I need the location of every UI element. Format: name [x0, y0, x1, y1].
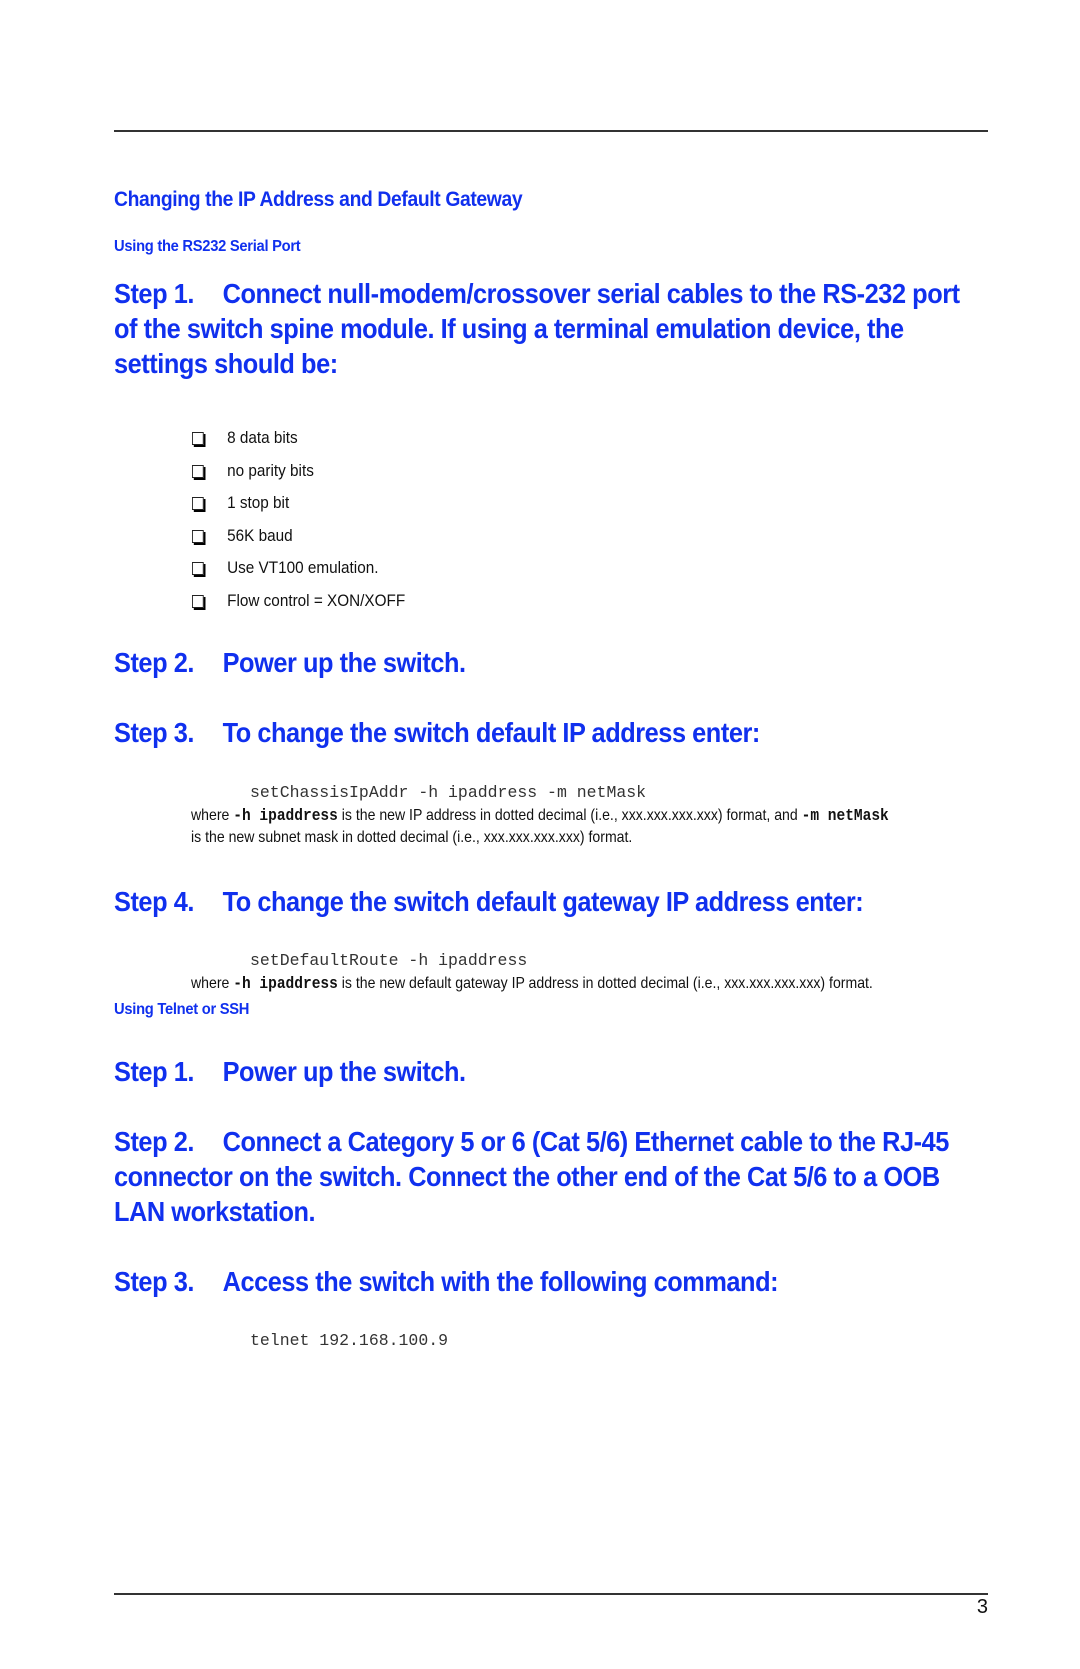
list-item-text: 8 data bits [227, 428, 298, 447]
step-number: Step 1. [114, 278, 194, 309]
desc-text: is the new default gateway IP address in… [337, 975, 873, 992]
list-item-text: 56K baud [227, 525, 293, 545]
list-item: 8 data bits [192, 428, 405, 461]
gateway-command: setDefaultRoute -h ipaddress [250, 951, 528, 970]
list-item-text: Use VT100 emulation. [227, 558, 379, 578]
rs232-step-3: Step 3. To change the switch default IP a… [114, 715, 983, 750]
step-number: Step 1. [114, 1056, 194, 1087]
desc-text: where [191, 807, 234, 824]
step-text: Access the switch with the following com… [222, 1266, 779, 1297]
step-text: Power up the switch. [222, 647, 466, 678]
checkbox-icon [192, 464, 204, 478]
page-number: 3 [976, 1596, 988, 1618]
list-item-text: Flow control = XON/XOFF [227, 590, 406, 610]
list-item-text: 1 stop bit [227, 493, 290, 513]
checkbox-icon [192, 432, 204, 445]
list-item: 56K baud [192, 526, 405, 559]
checkbox-icon [192, 497, 204, 511]
list-item: Flow control = XON/XOFF [192, 591, 405, 624]
telnet-command: telnet 192.168.100.9 [250, 1331, 449, 1350]
step-text: Connect a Category 5 or 6 (Cat 5/6) Ethe… [114, 1126, 949, 1227]
step-text: To change the switch default IP address … [222, 717, 761, 748]
step-number: Step 2. [114, 1126, 194, 1157]
checkbox-icon [192, 529, 204, 543]
footer-rule [114, 1593, 988, 1595]
header-rule [114, 130, 988, 132]
checkbox-icon [192, 594, 204, 608]
step-text: Connect null-modem/crossover serial cabl… [114, 278, 960, 379]
step-number: Step 3. [114, 1266, 194, 1297]
desc-text: where [191, 975, 234, 992]
telnet-step-1: Step 1. Power up the switch. [114, 1054, 983, 1089]
step-number: Step 2. [114, 647, 194, 678]
step-text: Power up the switch. [222, 1056, 466, 1087]
terminal-settings-list: 8 data bits no parity bits 1 stop bit 56… [192, 428, 429, 624]
section-title: Changing the IP Address and Default Gate… [114, 188, 523, 211]
step-text: To change the switch default gateway IP … [222, 886, 864, 917]
list-item: Use VT100 emulation. [192, 558, 405, 591]
h-flag: -h ipaddress [233, 974, 338, 993]
rs232-step-4: Step 4. To change the switch default gate… [114, 884, 983, 919]
list-item-text: no parity bits [227, 460, 314, 480]
desc-text: is the new IP address in dotted decimal … [337, 807, 802, 824]
desc-text: is the new subnet mask in dotted decimal… [191, 829, 633, 846]
list-item: 1 stop bit [192, 493, 405, 526]
telnet-step-3: Step 3. Access the switch with the follow… [114, 1264, 983, 1299]
step-number: Step 4. [114, 886, 194, 917]
rs232-step-1: Step 1. Connect null-modem/crossover seri… [114, 276, 983, 381]
checkbox-icon [192, 562, 204, 576]
step-number: Step 3. [114, 717, 194, 748]
list-item: no parity bits [192, 461, 405, 494]
subsection-title-rs232: Using the RS232 Serial Port [114, 238, 301, 255]
subsection-title-telnet: Using Telnet or SSH [114, 1001, 250, 1018]
m-flag: -m netMask [801, 806, 889, 825]
ip-command-description: where -h ipaddress is the new IP address… [191, 805, 889, 849]
h-flag: -h ipaddress [233, 806, 338, 825]
rs232-step-2: Step 2. Power up the switch. [114, 645, 983, 680]
gateway-command-description: where -h ipaddress is the new default ga… [191, 973, 873, 995]
telnet-step-2: Step 2. Connect a Category 5 or 6 (Cat 5/… [114, 1124, 983, 1229]
ip-command: setChassisIpAddr -h ipaddress -m netMask [250, 783, 647, 802]
